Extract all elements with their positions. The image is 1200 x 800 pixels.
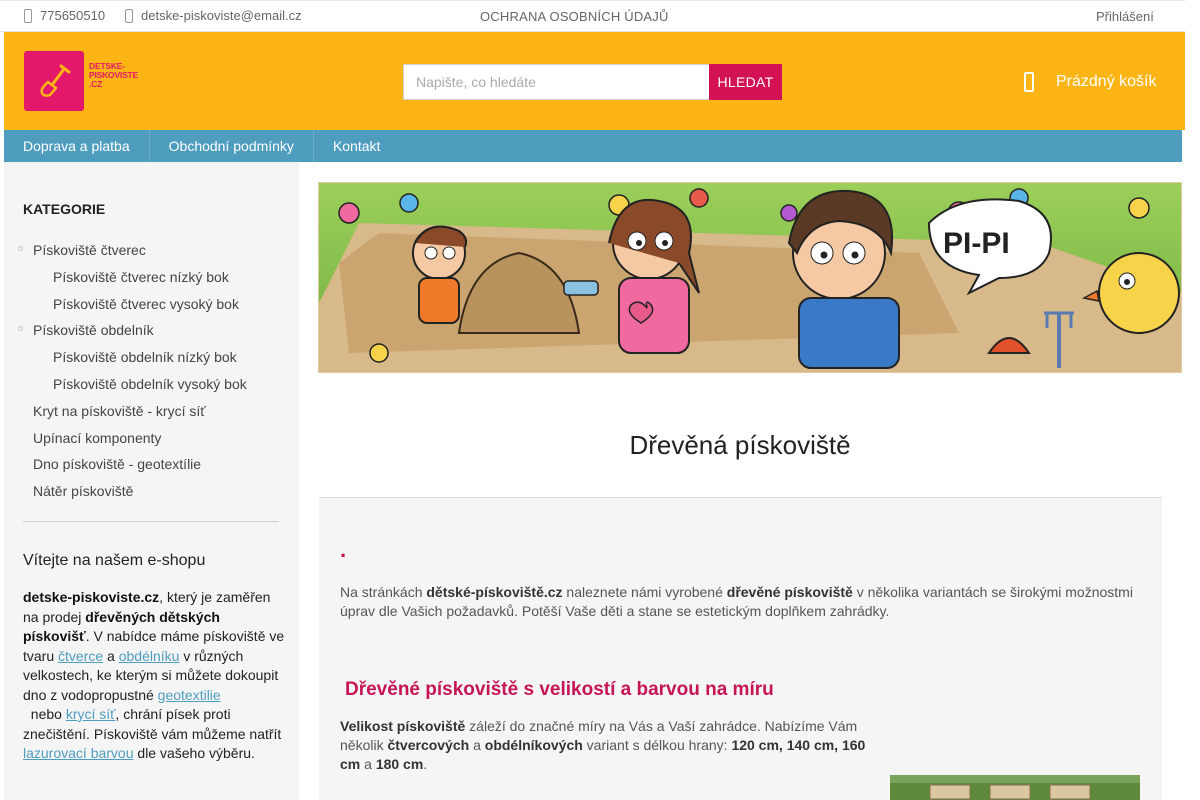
phone-contact[interactable]: 775650510 xyxy=(24,8,105,23)
search-button[interactable]: HLEDAT xyxy=(709,64,782,100)
para-fragment: a xyxy=(360,756,376,772)
para-fragment: . xyxy=(423,756,428,772)
category-item[interactable]: Kryt na pískoviště - krycí síť xyxy=(4,398,299,425)
category-item[interactable]: Pískoviště čtverec nízký bok xyxy=(4,264,299,291)
hero-banner[interactable]: PI-PI xyxy=(318,182,1182,373)
category-label[interactable]: Pískoviště obdelník xyxy=(33,322,154,338)
decorative-dot: . xyxy=(340,537,347,562)
top-bar: 775650510 detske-piskoviste@email.cz OCH… xyxy=(0,0,1185,32)
intro-bold: dětské-pískoviště.cz xyxy=(426,584,563,600)
category-item[interactable]: Pískoviště obdelník nízký bok xyxy=(4,344,299,371)
welcome-brand: detske-piskoviste.cz xyxy=(23,589,160,605)
welcome-fragment: nebo xyxy=(23,706,66,722)
sidebar-divider xyxy=(23,521,279,522)
category-label[interactable]: Pískoviště čtverec vysoký bok xyxy=(53,296,239,312)
nav-item-contact[interactable]: Kontakt xyxy=(314,130,399,162)
para-fragment: variant s délkou hrany: xyxy=(582,737,732,753)
search-input[interactable] xyxy=(403,64,709,100)
phone-number[interactable]: 775650510 xyxy=(40,8,105,23)
shovel-icon xyxy=(24,51,84,111)
site-logo[interactable]: DETSKE- PISKOVISTE .CZ xyxy=(24,51,138,111)
link-square[interactable]: čtverce xyxy=(58,648,103,664)
category-label[interactable]: Nátěr pískoviště xyxy=(33,483,133,499)
cart-icon xyxy=(1024,72,1034,92)
page-title: Dřevěná pískoviště xyxy=(629,430,851,460)
login-link[interactable]: Přihlášení xyxy=(1096,9,1154,24)
category-item[interactable]: Nátěr pískoviště xyxy=(4,478,299,505)
para-bold: čtvercových xyxy=(387,737,470,753)
intro-bold: dřevěné pískoviště xyxy=(726,584,853,600)
search-bar: HLEDAT xyxy=(403,64,782,100)
size-paragraph: Velikost pískoviště záleží do značné mír… xyxy=(340,717,880,774)
category-label[interactable]: Pískoviště obdelník nízký bok xyxy=(53,349,237,365)
welcome-fragment: dle vašeho výběru. xyxy=(133,745,255,761)
category-label[interactable]: Pískoviště obdelník vysoký bok xyxy=(53,376,247,392)
cart-label[interactable]: Prázdný košík xyxy=(1056,73,1156,91)
para-bold: 180 cm xyxy=(375,756,424,772)
category-item[interactable]: Pískoviště obdelník xyxy=(4,317,299,344)
nav-item-shipping[interactable]: Doprava a platba xyxy=(4,130,150,162)
nav-item-terms[interactable]: Obchodní podmínky xyxy=(150,130,314,162)
category-item[interactable]: Upínací komponenty xyxy=(4,425,299,452)
speech-bubble-text: PI-PI xyxy=(943,227,1010,260)
privacy-link[interactable]: OCHRANA OSOBNÍCH ÚDAJŮ xyxy=(480,9,669,24)
content-box: . Na stránkách dětské-pískoviště.cz nale… xyxy=(319,497,1162,800)
email-contact[interactable]: detske-piskoviste@email.cz xyxy=(125,8,302,23)
bullet-icon xyxy=(18,326,23,332)
category-item[interactable]: Dno pískoviště - geotextílie xyxy=(4,451,299,478)
category-item[interactable]: Pískoviště obdelník vysoký bok xyxy=(4,371,299,398)
para-bold: Velikost pískoviště xyxy=(340,718,466,734)
bullet-icon xyxy=(18,246,23,251)
category-label[interactable]: Upínací komponenty xyxy=(33,430,161,446)
section-heading: Dřevěné pískoviště s velikostí a barvou … xyxy=(345,679,774,700)
logo-wordmark: DETSKE- PISKOVISTE .CZ xyxy=(89,61,139,89)
site-header: DETSKE-PISKOVISTE.CZ HLEDAT Prázdný koší… xyxy=(4,32,1185,130)
welcome-fragment: a xyxy=(103,647,119,664)
main-nav: Doprava a platba Obchodní podmínky Konta… xyxy=(4,130,1182,162)
intro-fragment: Na stránkách xyxy=(340,584,427,600)
para-fragment: a xyxy=(469,737,485,753)
sandbox-photo[interactable] xyxy=(890,775,1140,800)
category-list: Pískoviště čtverec Pískoviště čtverec ní… xyxy=(4,237,299,505)
category-label[interactable]: Dno pískoviště - geotextílie xyxy=(33,456,201,472)
sidebar: KATEGORIE Pískoviště čtverec Pískoviště … xyxy=(4,162,299,800)
link-cover-net[interactable]: krycí síť xyxy=(66,706,116,722)
category-label[interactable]: Pískoviště čtverec xyxy=(33,242,146,258)
intro-paragraph: Na stránkách dětské-pískoviště.cz nalezn… xyxy=(340,583,1140,621)
intro-fragment: naleznete námi vyrobené xyxy=(562,584,727,600)
welcome-title: Vítejte na našem e-shopu xyxy=(23,552,206,569)
category-item[interactable]: Pískoviště čtverec xyxy=(4,237,299,264)
link-geotextile[interactable]: geotextilie xyxy=(158,687,221,703)
link-paint[interactable]: lazurovací barvou xyxy=(23,745,134,761)
welcome-text: detske-piskoviste.cz, který je zaměřen n… xyxy=(23,588,285,764)
cart[interactable]: Prázdný košík xyxy=(1024,72,1156,92)
email-address[interactable]: detske-piskoviste@email.cz xyxy=(141,8,302,23)
category-label[interactable]: Pískoviště čtverec nízký bok xyxy=(53,269,229,285)
categories-title: KATEGORIE xyxy=(23,201,106,217)
category-label[interactable]: Kryt na pískoviště - krycí síť xyxy=(33,403,206,419)
email-icon xyxy=(125,8,133,23)
category-item[interactable]: Pískoviště čtverec vysoký bok xyxy=(4,291,299,318)
phone-icon xyxy=(24,8,32,23)
link-rectangle[interactable]: obdélníku xyxy=(119,648,180,664)
para-bold: obdélníkových xyxy=(484,737,583,753)
